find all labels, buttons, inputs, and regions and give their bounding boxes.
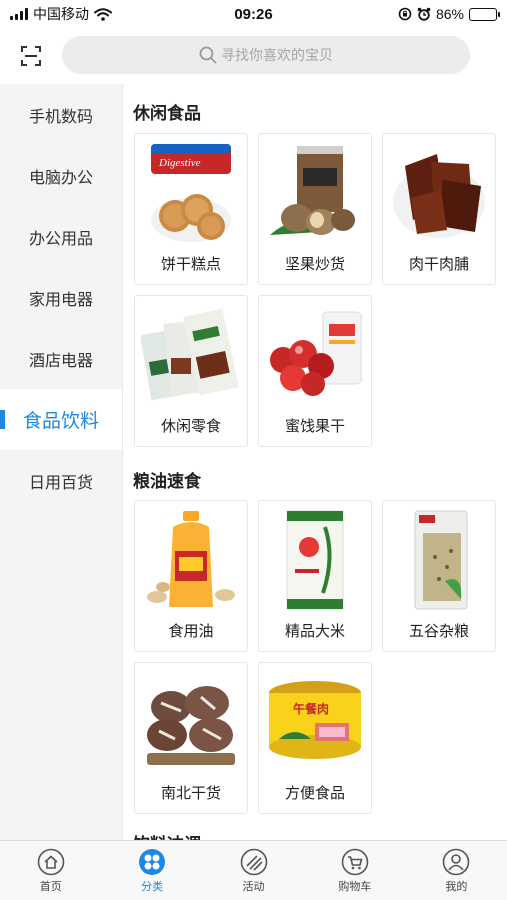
section-title: 休闲食品 (133, 104, 201, 123)
category-card-biscuit[interactable]: Digestive 饼干糕点 (134, 133, 248, 285)
wifi-icon (94, 7, 112, 21)
tab-label: 购物车 (338, 880, 372, 893)
card-label: 食用油 (168, 623, 214, 640)
sidebar-item-hotel[interactable]: 酒店电器 (0, 328, 122, 389)
clock: 09:26 (234, 5, 273, 23)
sidebar-item-label: 家用电器 (28, 291, 93, 309)
biscuit-image: Digestive (151, 144, 231, 242)
tab-label: 活动 (242, 880, 265, 893)
category-icon (139, 848, 166, 875)
snacks-image (141, 308, 239, 401)
category-card-jerky[interactable]: 肉干肉脯 (382, 133, 496, 285)
card-label: 五谷杂粮 (408, 623, 469, 640)
search-input[interactable]: 寻找你喜欢的宝贝 (62, 36, 470, 74)
grains-image (414, 510, 468, 610)
home-icon (37, 848, 65, 875)
tab-label: 分类 (141, 880, 164, 893)
card-label: 肉干肉脯 (408, 256, 469, 273)
nuts-image (270, 146, 355, 235)
sidebar-item-label: 手机数码 (28, 108, 93, 126)
section-title: 粮油速食 (133, 472, 201, 491)
battery-icon (469, 7, 500, 21)
card-label: 精品大米 (284, 623, 345, 640)
category-card-dried-goods[interactable]: 南北干货 (134, 662, 248, 814)
tab-activity[interactable]: 活动 (203, 841, 304, 900)
sidebar-item-label: 办公用品 (28, 230, 93, 248)
card-label: 坚果炒货 (284, 256, 345, 273)
category-card-dried-fruit[interactable]: 蜜饯果干 (258, 295, 372, 447)
category-content: 休闲食品 Digestive 饼干糕点 坚果炒货 肉干肉脯 休闲零食 蜜饯果干 … (123, 84, 507, 840)
card-label: 蜜饯果干 (284, 418, 345, 435)
scan-button[interactable] (0, 28, 62, 84)
status-right: 86% (398, 6, 500, 22)
scan-icon (21, 46, 41, 66)
profile-icon (443, 848, 470, 875)
category-card-oil[interactable]: 食用油 (134, 500, 248, 652)
category-card-rice[interactable]: 精品大米 (258, 500, 372, 652)
tab-label: 我的 (445, 880, 468, 893)
category-card-grains[interactable]: 五谷杂粮 (382, 500, 496, 652)
cart-icon (341, 848, 369, 875)
biscuit-brand: Digestive (158, 157, 201, 169)
sidebar-item-label: 酒店电器 (28, 352, 93, 370)
sidebar-item-label: 电脑办公 (28, 169, 93, 187)
mushroom-image (147, 686, 235, 765)
sidebar-item-food[interactable]: 食品饮料 (0, 389, 122, 450)
category-card-snacks[interactable]: 休闲零食 (134, 295, 248, 447)
tab-category[interactable]: 分类 (101, 841, 202, 900)
jerky-image (393, 154, 485, 238)
sidebar-item-appliance[interactable]: 家用电器 (0, 267, 122, 328)
search-placeholder: 寻找你喜欢的宝贝 (221, 47, 333, 63)
sidebar-item-label: 日用百货 (28, 474, 93, 492)
card-label: 方便食品 (284, 785, 345, 802)
sidebar-item-label: 食品饮料 (22, 411, 99, 432)
tab-profile[interactable]: 我的 (406, 841, 507, 900)
category-card-nuts[interactable]: 坚果炒货 (258, 133, 372, 285)
carrier-label: 中国移动 (33, 6, 89, 22)
status-bar: 中国移动 09:26 86% (0, 0, 507, 28)
battery-percent: 86% (435, 6, 464, 22)
tab-cart[interactable]: 购物车 (304, 841, 405, 900)
card-label: 休闲零食 (160, 418, 221, 435)
signal-icon (10, 8, 28, 20)
cooking-oil-image (147, 511, 235, 607)
tab-home[interactable]: 首页 (0, 841, 101, 900)
search-icon (199, 46, 217, 64)
status-left: 中国移动 (10, 4, 112, 24)
sidebar-item-computer[interactable]: 电脑办公 (0, 145, 122, 206)
luncheon-meat-image: 午餐肉 (269, 681, 361, 759)
can-label-text: 午餐肉 (293, 701, 329, 716)
search-header: 寻找你喜欢的宝贝 (0, 28, 507, 84)
activity-icon (240, 848, 267, 875)
tab-label: 首页 (39, 880, 62, 893)
card-label: 饼干糕点 (160, 256, 221, 273)
section-title: 饮料冲调 (133, 830, 201, 840)
rice-image (286, 510, 344, 610)
sidebar-item-daily[interactable]: 日用百货 (0, 450, 122, 511)
rotation-lock-icon (398, 7, 412, 21)
card-label: 南北干货 (160, 785, 221, 802)
category-card-convenience[interactable]: 午餐肉 方便食品 (258, 662, 372, 814)
category-sidebar: 手机数码 电脑办公 办公用品 家用电器 酒店电器 食品饮料 日用百货 (0, 84, 123, 840)
sidebar-item-digital[interactable]: 手机数码 (0, 84, 122, 145)
bottom-tab-bar: 首页 分类 活动 购物车 我的 (0, 840, 507, 900)
sidebar-item-office[interactable]: 办公用品 (0, 206, 122, 267)
alarm-icon (417, 7, 431, 21)
dried-fruit-image (270, 311, 362, 396)
